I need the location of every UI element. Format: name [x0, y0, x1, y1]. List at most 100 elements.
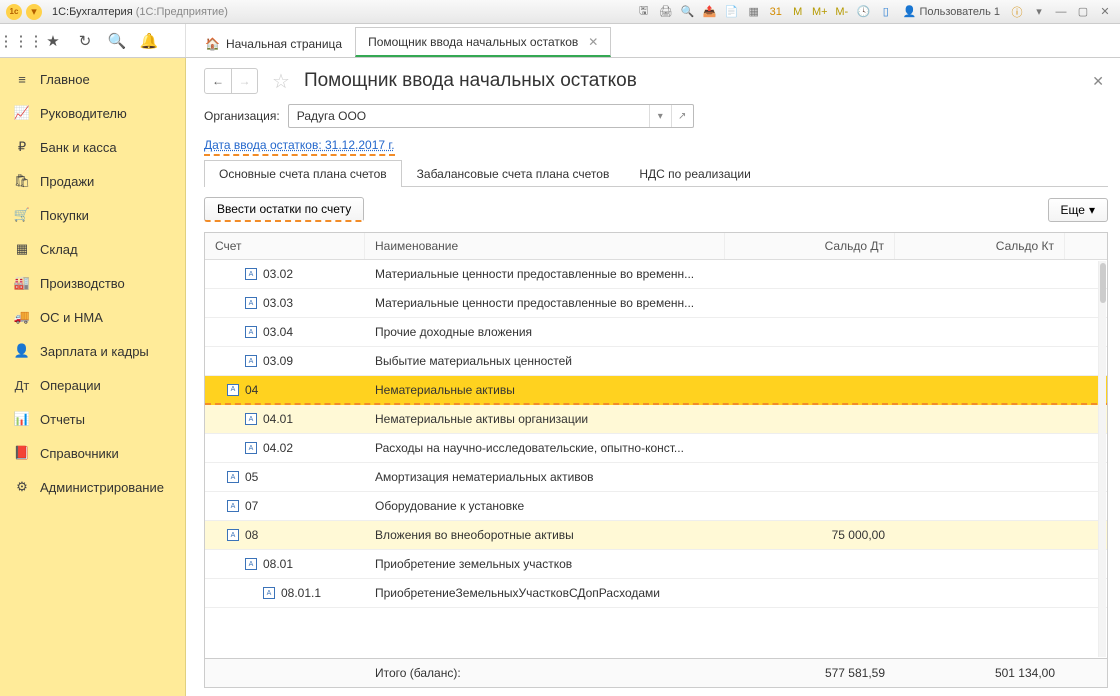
tb-mem-mplus[interactable]: M+: [811, 3, 829, 21]
favorite-icon[interactable]: ★: [44, 32, 62, 50]
account-icon: A: [245, 355, 257, 367]
more-button[interactable]: Еще ▾: [1048, 198, 1108, 222]
cell-account: A03.02: [205, 263, 365, 285]
date-link[interactable]: Дата ввода остатков: 31.12.2017 г.: [204, 138, 395, 156]
footer-label: Итого (баланс):: [365, 659, 725, 687]
account-code: 03.09: [263, 354, 293, 368]
tb-info-dd[interactable]: ▾: [1030, 3, 1048, 21]
col-name[interactable]: Наименование: [365, 233, 725, 259]
scroll-thumb[interactable]: [1100, 263, 1106, 303]
sidebar-item-3[interactable]: 🛍Продажи: [0, 164, 185, 198]
account-code: 07: [245, 499, 258, 513]
cell-name: Приобретение земельных участков: [365, 553, 725, 575]
tb-panel-icon[interactable]: ▯: [877, 3, 895, 21]
apps-icon[interactable]: ⋮⋮⋮: [12, 32, 30, 50]
inner-tab-nds[interactable]: НДС по реализации: [624, 160, 765, 187]
tb-doc-icon[interactable]: 📄: [723, 3, 741, 21]
sidebar-icon: Дт: [14, 377, 30, 393]
content-header: ← → ☆ Помощник ввода начальных остатков …: [204, 68, 1108, 94]
col-dt[interactable]: Сальдо Дт: [725, 233, 895, 259]
more-label: Еще: [1061, 203, 1085, 217]
account-icon: A: [227, 471, 239, 483]
sidebar-item-7[interactable]: 🚚ОС и НМА: [0, 300, 185, 334]
org-select[interactable]: Радуга ООО ▾ ↗: [288, 104, 694, 128]
cell-name: ПриобретениеЗемельныхУчастковСДопРасхода…: [365, 582, 725, 604]
tb-user[interactable]: 👤 Пользователь 1: [903, 5, 1000, 18]
sidebar-item-0[interactable]: ≡Главное: [0, 62, 185, 96]
sidebar-item-2[interactable]: ₽Банк и касса: [0, 130, 185, 164]
tb-calendar-icon[interactable]: 31: [767, 3, 785, 21]
sidebar-item-1[interactable]: 📈Руководителю: [0, 96, 185, 130]
sidebar-item-5[interactable]: ▦Склад: [0, 232, 185, 266]
table-row[interactable]: A08.01.1ПриобретениеЗемельныхУчастковСДо…: [205, 579, 1107, 608]
tab-initial-balances[interactable]: Помощник ввода начальных остатков ✕: [355, 27, 611, 57]
app-title-text: 1С:Бухгалтерия: [52, 6, 133, 18]
table-row[interactable]: A03.04Прочие доходные вложения: [205, 318, 1107, 347]
tab-home-label: Начальная страница: [226, 37, 342, 51]
table-row[interactable]: A04.02Расходы на научно-исследовательски…: [205, 434, 1107, 463]
scrollbar[interactable]: [1098, 261, 1106, 657]
table-row[interactable]: A04Нематериальные активы: [205, 376, 1107, 405]
sidebar-icon: 👤: [14, 343, 30, 359]
tb-info-icon[interactable]: ⓘ: [1008, 3, 1026, 21]
cell-name: Материальные ценности предоставленные во…: [365, 263, 725, 285]
enter-balance-button[interactable]: Ввести остатки по счету: [204, 197, 364, 222]
window-maximize[interactable]: ▢: [1074, 3, 1092, 21]
app-subtitle-text: (1С:Предприятие): [136, 6, 228, 18]
tb-print-icon[interactable]: 🖨: [657, 3, 675, 21]
page-close-icon[interactable]: ✕: [1088, 69, 1108, 94]
tb-grid-icon[interactable]: ▦: [745, 3, 763, 21]
tab-close-icon[interactable]: ✕: [588, 35, 598, 49]
tb-save-icon[interactable]: 🖫: [635, 3, 653, 21]
sidebar-item-label: Банк и касса: [40, 140, 117, 155]
window-minimize[interactable]: —: [1052, 3, 1070, 21]
sidebar-icon: 🛒: [14, 207, 30, 223]
cell-account: A03.03: [205, 292, 365, 314]
window-close[interactable]: ✕: [1096, 3, 1114, 21]
table-body[interactable]: A03.02Материальные ценности предоставлен…: [205, 260, 1107, 658]
app-menu-dropdown[interactable]: ▾: [26, 4, 42, 20]
tb-mem-m[interactable]: M: [789, 3, 807, 21]
cell-name: Оборудование к установке: [365, 495, 725, 517]
cell-kt: [895, 328, 1065, 336]
sidebar-item-10[interactable]: 📊Отчеты: [0, 402, 185, 436]
favorite-star-icon[interactable]: ☆: [272, 69, 290, 94]
sidebar-item-4[interactable]: 🛒Покупки: [0, 198, 185, 232]
account-icon: A: [245, 558, 257, 570]
nav-back-button[interactable]: ←: [205, 69, 231, 93]
table-row[interactable]: A03.09Выбытие материальных ценностей: [205, 347, 1107, 376]
notifications-icon[interactable]: 🔔: [140, 32, 158, 50]
table-row[interactable]: A03.02Материальные ценности предоставлен…: [205, 260, 1107, 289]
table-row[interactable]: A07Оборудование к установке: [205, 492, 1107, 521]
tb-mem-mminus[interactable]: M-: [833, 3, 851, 21]
sidebar-item-label: Отчеты: [40, 412, 85, 427]
tb-clock-icon[interactable]: 🕓: [855, 3, 873, 21]
table-row[interactable]: A08Вложения во внеоборотные активы75 000…: [205, 521, 1107, 550]
sidebar-item-9[interactable]: ДтОперации: [0, 368, 185, 402]
cell-account: A03.04: [205, 321, 365, 343]
inner-tab-main[interactable]: Основные счета плана счетов: [204, 160, 402, 187]
search-icon[interactable]: 🔍: [108, 32, 126, 50]
table-row[interactable]: A03.03Материальные ценности предоставлен…: [205, 289, 1107, 318]
cell-kt: [895, 357, 1065, 365]
org-dropdown-icon[interactable]: ▾: [649, 105, 671, 127]
sidebar-item-11[interactable]: 📕Справочники: [0, 436, 185, 470]
tab-home[interactable]: 🏠 Начальная страница: [192, 29, 355, 57]
tb-send-icon[interactable]: 📤: [701, 3, 719, 21]
sidebar-item-label: Продажи: [40, 174, 94, 189]
cell-dt: 75 000,00: [725, 524, 895, 546]
col-kt[interactable]: Сальдо Кт: [895, 233, 1065, 259]
org-open-icon[interactable]: ↗: [671, 105, 693, 127]
sidebar-item-6[interactable]: 🏭Производство: [0, 266, 185, 300]
sidebar-item-8[interactable]: 👤Зарплата и кадры: [0, 334, 185, 368]
col-account[interactable]: Счет: [205, 233, 365, 259]
table-row[interactable]: A05Амортизация нематериальных активов: [205, 463, 1107, 492]
table-row[interactable]: A08.01Приобретение земельных участков: [205, 550, 1107, 579]
account-code: 05: [245, 470, 258, 484]
table-row[interactable]: A04.01Нематериальные активы организации: [205, 405, 1107, 434]
history-icon[interactable]: ↻: [76, 32, 94, 50]
tb-preview-icon[interactable]: 🔍: [679, 3, 697, 21]
inner-tab-offbalance[interactable]: Забалансовые счета плана счетов: [402, 160, 625, 187]
sidebar-item-12[interactable]: ⚙Администрирование: [0, 470, 185, 504]
nav-fwd-button[interactable]: →: [231, 69, 257, 93]
